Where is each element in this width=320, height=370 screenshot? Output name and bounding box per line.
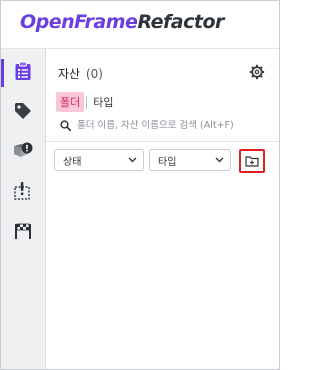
rail-item-tags[interactable] [1,95,45,131]
search-input[interactable] [77,119,267,131]
panel-title-text: 자산 [58,67,81,81]
search-icon [60,116,72,135]
view-tabs: 폴더 타입 [56,92,118,112]
chevron-down-icon [128,155,137,166]
logo-product: Refactor [137,11,224,33]
rail-item-finish[interactable] [1,215,45,251]
checkered-flag-icon [13,221,33,245]
gear-icon [249,64,265,84]
add-folder-icon [245,152,259,171]
status-filter-label: 상태 [63,156,82,168]
assets-panel: 자산 (0) 폴더 타입 폴더 이름, 자산 이름으로 검색 (Alt+F) 상… [46,49,279,369]
section-divider [46,141,279,142]
chevron-down-icon [215,155,224,166]
tab-divider [86,95,88,109]
side-rail [1,49,46,369]
alert-package-icon [12,141,34,165]
rail-item-assets[interactable] [1,55,45,91]
type-filter-select[interactable]: 타입 [149,149,231,171]
app-logo: OpenFrameRefactor [20,11,224,33]
rail-item-alerts[interactable] [1,175,45,211]
search-bar [60,115,272,135]
tab-folder[interactable]: 폴더 [56,92,85,112]
app-window: OpenFrameRefactor 자산 (0) 폴더 타입 폴더 이름, 자산… [0,0,280,370]
panel-title: 자산 (0) [58,65,103,82]
tab-type[interactable]: 타입 [89,92,117,112]
clipboard-list-icon [14,61,32,85]
tag-icon [13,101,33,125]
header: OpenFrameRefactor [1,1,279,49]
asset-count: (0) [85,67,103,81]
new-folder-button[interactable] [239,149,265,173]
status-filter-select[interactable]: 상태 [54,149,144,171]
logo-brand: OpenFrame [20,11,138,33]
type-filter-label: 타입 [158,156,177,168]
dashed-alert-icon [13,181,33,205]
rail-item-issues[interactable] [1,135,45,171]
settings-button[interactable] [249,64,265,80]
